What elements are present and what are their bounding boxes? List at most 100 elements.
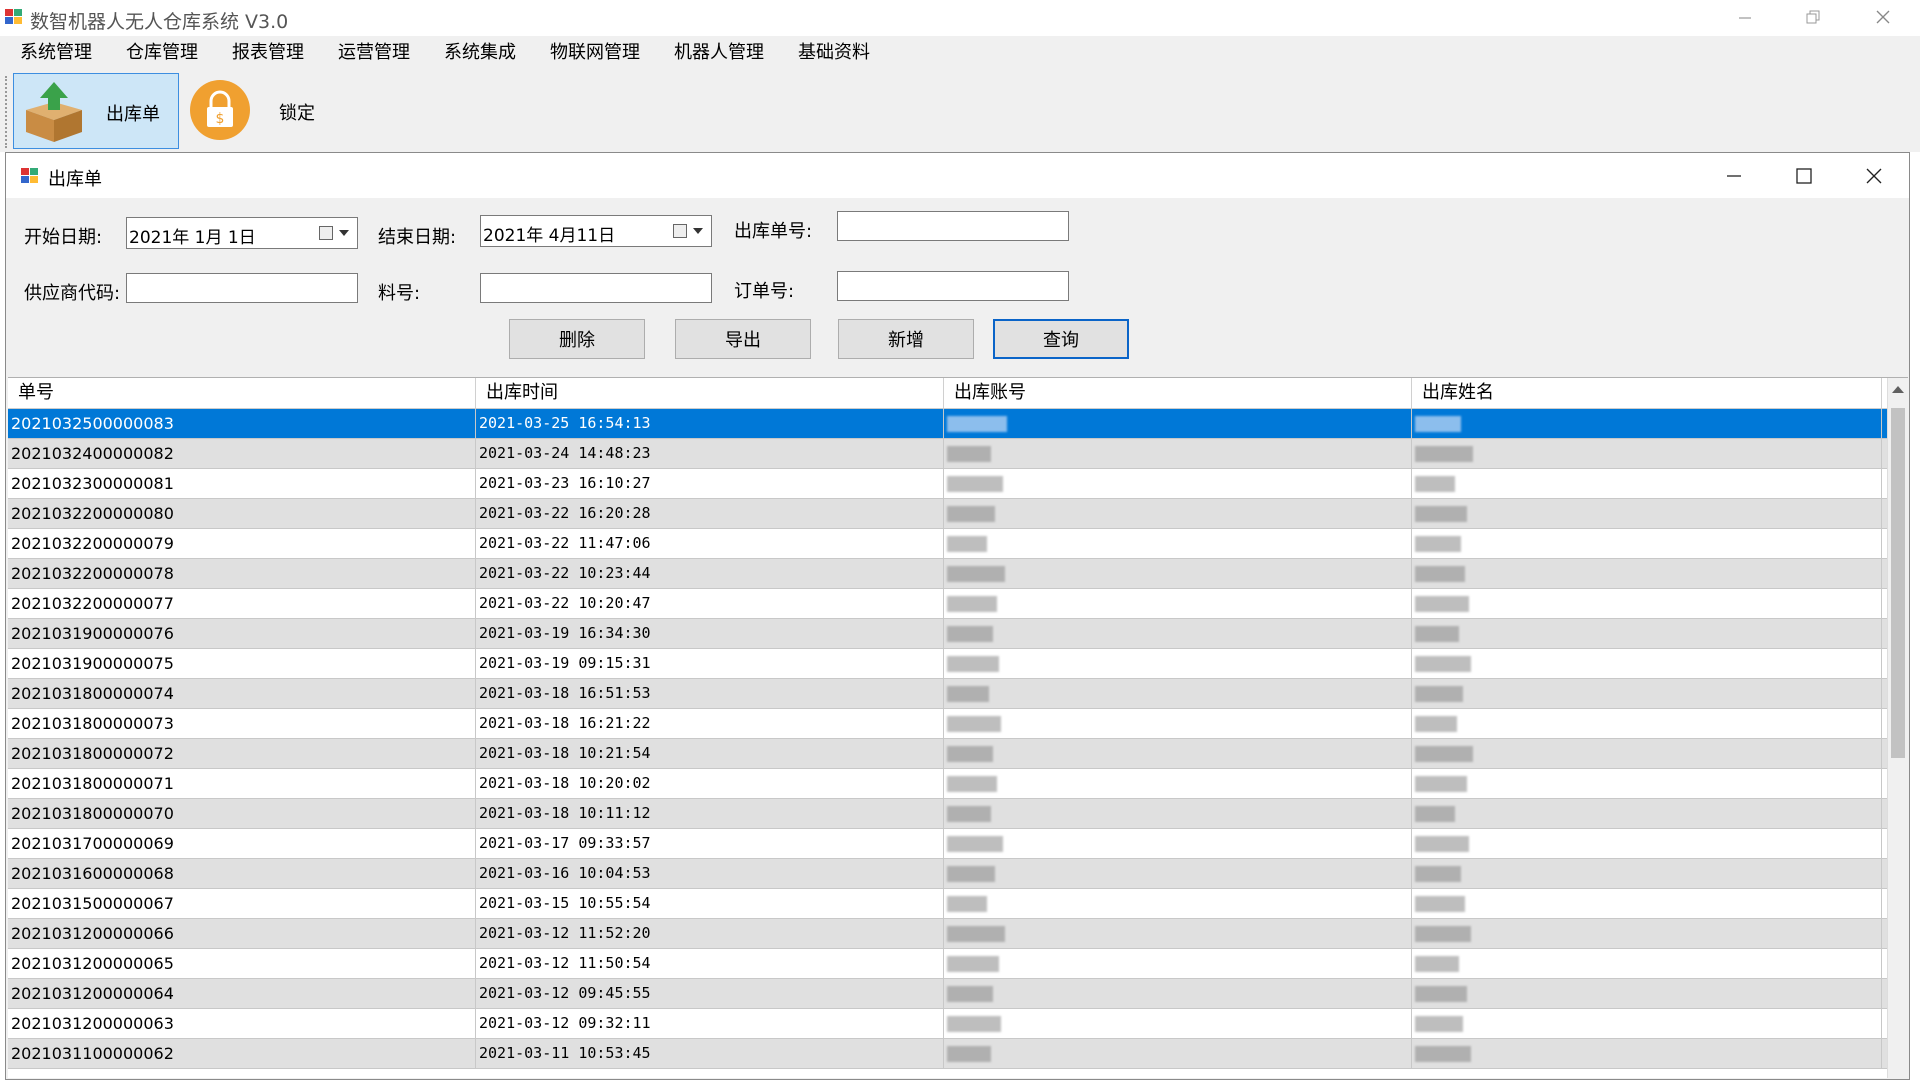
cell-order-no[interactable]: 2021031800000074: [8, 679, 476, 708]
cell-outbound-account-redacted[interactable]: [944, 919, 1412, 948]
cell-outbound-account-redacted[interactable]: [944, 949, 1412, 978]
cell-outbound-name-redacted[interactable]: [1412, 799, 1882, 828]
table-row[interactable]: 2021031700000069 2021-03-17 09:33:57: [8, 829, 1888, 859]
table-row[interactable]: 2021031200000066 2021-03-12 11:52:20: [8, 919, 1888, 949]
scroll-up-icon[interactable]: [1892, 386, 1904, 393]
cell-order-no[interactable]: 2021031900000076: [8, 619, 476, 648]
cell-outbound-time[interactable]: 2021-03-17 09:33:57: [476, 829, 944, 858]
cell-order-no[interactable]: 2021032200000080: [8, 499, 476, 528]
cell-order-no[interactable]: 2021031700000069: [8, 829, 476, 858]
close-icon[interactable]: [1866, 168, 1882, 184]
toolbar-grip[interactable]: [5, 76, 9, 148]
cell-outbound-account-redacted[interactable]: [944, 499, 1412, 528]
cell-order-no[interactable]: 2021031800000071: [8, 769, 476, 798]
cell-outbound-account-redacted[interactable]: [944, 679, 1412, 708]
table-row[interactable]: 2021031800000074 2021-03-18 16:51:53: [8, 679, 1888, 709]
table-row[interactable]: 2021031100000062 2021-03-11 10:53:45: [8, 1039, 1888, 1069]
menu-reports[interactable]: 报表管理: [212, 36, 318, 70]
menu-robots[interactable]: 机器人管理: [654, 36, 778, 70]
header-outbound-time[interactable]: 出库时间: [476, 378, 944, 408]
cell-order-no[interactable]: 2021031800000070: [8, 799, 476, 828]
menu-system[interactable]: 系统管理: [0, 36, 106, 70]
cell-outbound-time[interactable]: 2021-03-19 09:15:31: [476, 649, 944, 678]
cell-outbound-time[interactable]: 2021-03-18 10:20:02: [476, 769, 944, 798]
table-row[interactable]: 2021031200000064 2021-03-12 09:45:55: [8, 979, 1888, 1009]
toolbar-outbound-button[interactable]: 出库单: [13, 73, 179, 149]
menu-basic-data[interactable]: 基础资料: [778, 36, 884, 70]
cell-outbound-account-redacted[interactable]: [944, 739, 1412, 768]
table-row[interactable]: 2021031600000068 2021-03-16 10:04:53: [8, 859, 1888, 889]
supplier-code-input[interactable]: [126, 273, 358, 303]
cell-order-no[interactable]: 2021031100000062: [8, 1039, 476, 1068]
cell-outbound-time[interactable]: 2021-03-12 09:32:11: [476, 1009, 944, 1038]
cell-outbound-account-redacted[interactable]: [944, 649, 1412, 678]
cell-outbound-name-redacted[interactable]: [1412, 709, 1882, 738]
cell-outbound-time[interactable]: 2021-03-22 10:20:47: [476, 589, 944, 618]
table-row[interactable]: 2021031800000073 2021-03-18 16:21:22: [8, 709, 1888, 739]
close-app-button[interactable]: [1848, 0, 1918, 34]
cell-outbound-account-redacted[interactable]: [944, 859, 1412, 888]
menu-warehouse[interactable]: 仓库管理: [106, 36, 212, 70]
table-row[interactable]: 2021032400000082 2021-03-24 14:48:23: [8, 439, 1888, 469]
menu-iot[interactable]: 物联网管理: [530, 36, 654, 70]
cell-outbound-account-redacted[interactable]: [944, 409, 1412, 438]
part-no-input[interactable]: [480, 273, 712, 303]
export-button[interactable]: 导出: [675, 319, 811, 359]
cell-outbound-account-redacted[interactable]: [944, 889, 1412, 918]
cell-outbound-time[interactable]: 2021-03-18 10:11:12: [476, 799, 944, 828]
cell-outbound-name-redacted[interactable]: [1412, 469, 1882, 498]
cell-outbound-name-redacted[interactable]: [1412, 649, 1882, 678]
cell-outbound-name-redacted[interactable]: [1412, 769, 1882, 798]
outbound-grid[interactable]: 单号 出库时间 出库账号 出库姓名 2021032500000083 2021-0…: [8, 377, 1908, 1078]
cell-order-no[interactable]: 2021032200000077: [8, 589, 476, 618]
cell-outbound-time[interactable]: 2021-03-23 16:10:27: [476, 469, 944, 498]
cell-outbound-time[interactable]: 2021-03-24 14:48:23: [476, 439, 944, 468]
table-row[interactable]: 2021032200000078 2021-03-22 10:23:44: [8, 559, 1888, 589]
start-date-picker[interactable]: 2021年 1月 1日: [126, 217, 358, 249]
menu-operations[interactable]: 运营管理: [318, 36, 424, 70]
table-row[interactable]: 2021031500000067 2021-03-15 10:55:54: [8, 889, 1888, 919]
cell-order-no[interactable]: 2021032200000078: [8, 559, 476, 588]
cell-outbound-time[interactable]: 2021-03-18 10:21:54: [476, 739, 944, 768]
cell-outbound-name-redacted[interactable]: [1412, 739, 1882, 768]
table-row[interactable]: 2021031200000065 2021-03-12 11:50:54: [8, 949, 1888, 979]
cell-outbound-time[interactable]: 2021-03-15 10:55:54: [476, 889, 944, 918]
cell-outbound-account-redacted[interactable]: [944, 829, 1412, 858]
cell-outbound-account-redacted[interactable]: [944, 799, 1412, 828]
cell-order-no[interactable]: 2021032500000083: [8, 409, 476, 438]
cell-order-no[interactable]: 2021031200000066: [8, 919, 476, 948]
cell-outbound-account-redacted[interactable]: [944, 1039, 1412, 1068]
delete-button[interactable]: 删除: [509, 319, 645, 359]
cell-outbound-account-redacted[interactable]: [944, 589, 1412, 618]
cell-outbound-time[interactable]: 2021-03-12 11:52:20: [476, 919, 944, 948]
restore-button[interactable]: [1778, 0, 1848, 34]
table-row[interactable]: 2021031900000075 2021-03-19 09:15:31: [8, 649, 1888, 679]
cell-outbound-account-redacted[interactable]: [944, 709, 1412, 738]
toolbar-lock-button[interactable]: $ 锁定: [185, 73, 335, 149]
cell-outbound-time[interactable]: 2021-03-12 09:45:55: [476, 979, 944, 1008]
cell-outbound-name-redacted[interactable]: [1412, 1009, 1882, 1038]
cell-outbound-time[interactable]: 2021-03-22 10:23:44: [476, 559, 944, 588]
cell-order-no[interactable]: 2021032300000081: [8, 469, 476, 498]
cell-outbound-name-redacted[interactable]: [1412, 559, 1882, 588]
po-no-input[interactable]: [837, 271, 1069, 301]
cell-order-no[interactable]: 2021031800000072: [8, 739, 476, 768]
cell-outbound-name-redacted[interactable]: [1412, 1039, 1882, 1068]
cell-order-no[interactable]: 2021031800000073: [8, 709, 476, 738]
menu-integration[interactable]: 系统集成: [424, 36, 530, 70]
table-row[interactable]: 2021032500000083 2021-03-25 16:54:13: [8, 409, 1888, 439]
cell-order-no[interactable]: 2021031200000063: [8, 1009, 476, 1038]
header-outbound-name[interactable]: 出库姓名: [1412, 378, 1882, 408]
table-row[interactable]: 2021032200000077 2021-03-22 10:20:47: [8, 589, 1888, 619]
cell-order-no[interactable]: 2021031900000075: [8, 649, 476, 678]
cell-order-no[interactable]: 2021032200000079: [8, 529, 476, 558]
cell-order-no[interactable]: 2021031200000064: [8, 979, 476, 1008]
cell-order-no[interactable]: 2021031600000068: [8, 859, 476, 888]
cell-outbound-time[interactable]: 2021-03-19 16:34:30: [476, 619, 944, 648]
table-row[interactable]: 2021032300000081 2021-03-23 16:10:27: [8, 469, 1888, 499]
add-button[interactable]: 新增: [838, 319, 974, 359]
cell-outbound-time[interactable]: 2021-03-18 16:51:53: [476, 679, 944, 708]
cell-outbound-name-redacted[interactable]: [1412, 439, 1882, 468]
cell-outbound-name-redacted[interactable]: [1412, 529, 1882, 558]
cell-outbound-account-redacted[interactable]: [944, 769, 1412, 798]
